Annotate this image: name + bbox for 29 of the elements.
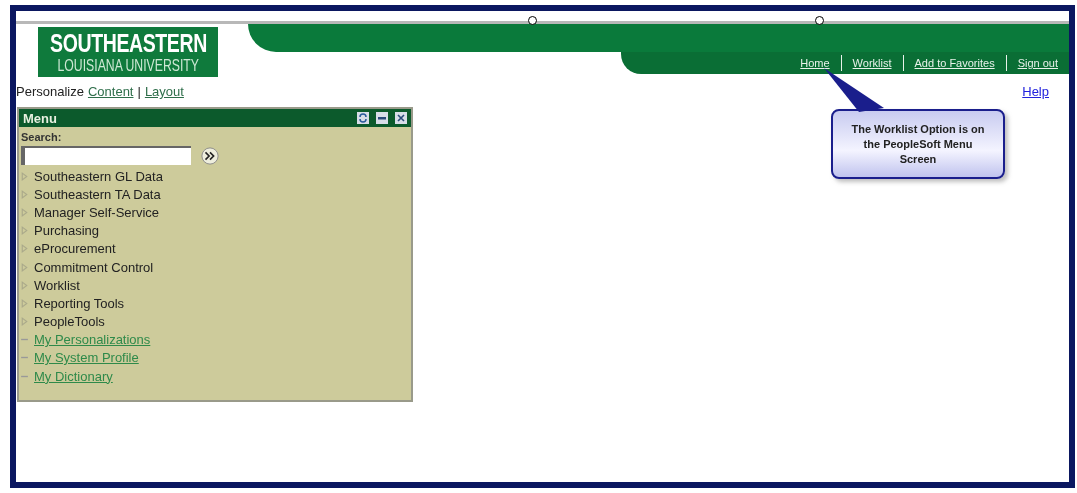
nav-link[interactable]: Sign out — [1006, 57, 1069, 69]
personalize-label: Personalize — [16, 84, 84, 99]
callout-text: The Worklist Option is on the PeopleSoft Menu Screen — [850, 121, 986, 167]
nav-link[interactable]: Worklist — [841, 57, 903, 69]
nav-link[interactable]: Home — [789, 57, 841, 69]
menu-item[interactable]: Commitment Control — [34, 259, 154, 275]
logo-title: SOUTHEASTERN — [49, 29, 207, 57]
menu-item[interactable]: eProcurement — [34, 241, 116, 257]
refresh-icon[interactable] — [357, 112, 369, 124]
help-link[interactable]: Help — [1022, 84, 1049, 99]
separator: | — [137, 84, 141, 99]
logo-subtitle: LOUISIANA UNIVERSITY — [57, 56, 199, 75]
personalize-link[interactable]: Content — [87, 84, 134, 99]
minimize-icon[interactable] — [376, 112, 388, 124]
university-logo[interactable]: SOUTHEASTERN LOUISIANA UNIVERSITY — [38, 27, 218, 77]
menu-title: Menu — [23, 110, 57, 126]
menu-item[interactable]: Southeastern TA Data — [34, 186, 161, 202]
personalize-link[interactable]: Layout — [144, 84, 184, 99]
nav-link[interactable]: Add to Favorites — [903, 57, 1006, 69]
close-icon[interactable] — [395, 112, 407, 124]
menu-item[interactable]: Purchasing — [34, 223, 100, 239]
menu-item[interactable]: Reporting Tools — [34, 295, 125, 311]
menu-item[interactable]: Manager Self-Service — [34, 204, 159, 220]
menu-item[interactable]: Southeastern GL Data — [34, 168, 163, 184]
search-field[interactable] — [21, 146, 191, 165]
menu-item[interactable]: Worklist — [34, 277, 80, 293]
search-label: Search: — [21, 131, 63, 143]
go-icon[interactable] — [201, 146, 219, 165]
menu-item[interactable]: PeopleTools — [34, 314, 105, 330]
